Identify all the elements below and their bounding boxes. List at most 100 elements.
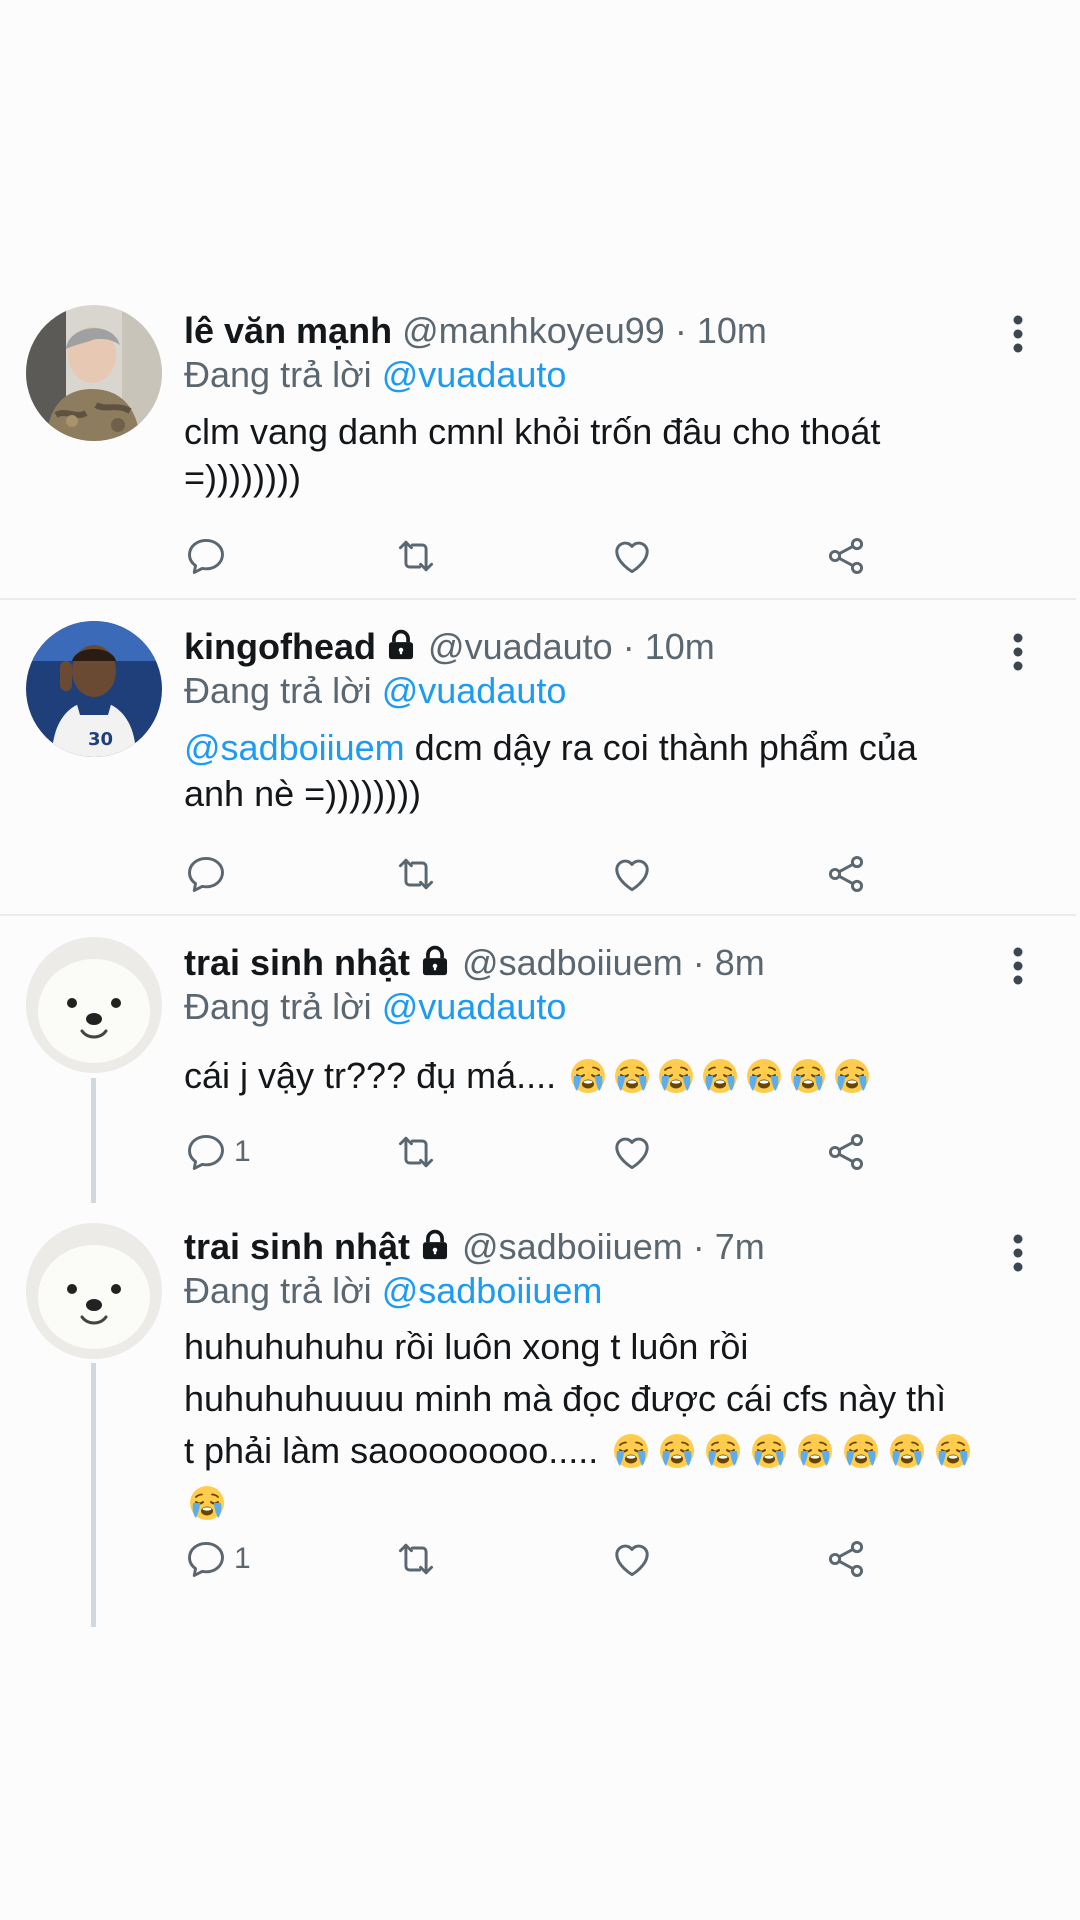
replying-to-mention[interactable]: @vuadauto (382, 670, 567, 711)
timestamp[interactable]: 8m (715, 942, 765, 983)
loudly-crying-face-icon (702, 1058, 738, 1094)
tweet-text-line: @sadboiiuem dcm dậy ra coi thành phẩm củ… (184, 725, 1006, 771)
heart-icon (610, 534, 654, 578)
tweet-header: trai sinh nhật @sadboiiuem · 7m (184, 1225, 1006, 1269)
display-name[interactable]: trai sinh nhật (184, 942, 410, 983)
separator-dot: · (622, 626, 635, 667)
retweet-icon (394, 852, 438, 896)
avatar[interactable] (26, 305, 162, 441)
avatar[interactable] (26, 937, 162, 1073)
share-button[interactable] (824, 850, 868, 898)
tweet-actions: 1 (184, 1128, 884, 1176)
user-handle[interactable]: @sadboiiuem (462, 942, 683, 983)
replying-prefix: Đang trả lời (184, 1270, 372, 1311)
reply-thread: lê văn mạnh @manhkoyeu99 · 10m Đang trả … (0, 292, 1076, 1627)
timestamp[interactable]: 10m (697, 310, 767, 351)
display-name[interactable]: trai sinh nhật (184, 1226, 410, 1267)
loudly-crying-face-icon (790, 1058, 826, 1094)
timestamp[interactable]: 10m (645, 626, 715, 667)
more-options-icon[interactable] (1012, 1233, 1024, 1273)
display-name[interactable]: lê văn mạnh (184, 310, 392, 351)
tweet-header: trai sinh nhật @sadboiiuem · 8m (184, 941, 1006, 985)
tweet-text-line: t phải làm saoooooooo..... (184, 1425, 1006, 1529)
tweet[interactable]: 30 kingofhead @vuadauto · 10m Đang trả l… (0, 600, 1076, 916)
like-button[interactable] (610, 850, 654, 898)
tweet-header: kingofhead @vuadauto · 10m (184, 625, 1006, 669)
tweet-text-span: dcm dậy ra coi thành phẩm của (404, 727, 917, 768)
reply-button[interactable] (184, 532, 228, 580)
retweet-button[interactable] (394, 850, 438, 898)
replying-to-mention[interactable]: @sadboiiuem (382, 1270, 603, 1311)
svg-text:30: 30 (88, 729, 113, 750)
mention-link[interactable]: @sadboiiuem (184, 727, 405, 768)
loudly-crying-face-icon (189, 1485, 225, 1521)
retweet-icon (394, 534, 438, 578)
tweet[interactable]: trai sinh nhật @sadboiiuem · 7m Đang trả… (0, 1203, 1076, 1627)
display-name[interactable]: kingofhead (184, 626, 376, 667)
retweet-icon (394, 1537, 438, 1581)
retweet-icon (394, 1130, 438, 1174)
loudly-crying-face-icon (658, 1058, 694, 1094)
share-button[interactable] (824, 1128, 868, 1176)
user-handle[interactable]: @sadboiiuem (462, 1226, 683, 1267)
loudly-crying-face-icon (613, 1433, 649, 1469)
reply-button[interactable] (184, 850, 228, 898)
heart-icon (610, 852, 654, 896)
lock-icon (384, 628, 418, 662)
more-options-icon[interactable] (1012, 632, 1024, 672)
share-icon (824, 852, 868, 896)
tweet-text-line: huhuhuhuuuu minh mà đọc được cái cfs này… (184, 1378, 947, 1419)
loudly-crying-face-icon (843, 1433, 879, 1469)
reply-count: 1 (234, 1542, 251, 1575)
reply-count: 1 (234, 1135, 251, 1168)
reply-button[interactable]: 1 (184, 1535, 251, 1583)
loudly-crying-face-icon (614, 1058, 650, 1094)
more-options-icon[interactable] (1012, 314, 1024, 354)
like-button[interactable] (610, 1535, 654, 1583)
loudly-crying-face-icon (797, 1433, 833, 1469)
loudly-crying-face-icon (570, 1058, 606, 1094)
share-button[interactable] (824, 1535, 868, 1583)
loudly-crying-face-icon (889, 1433, 925, 1469)
loudly-crying-face-icon (659, 1433, 695, 1469)
reply-icon (184, 852, 228, 896)
share-button[interactable] (824, 532, 868, 580)
share-icon (824, 1130, 868, 1174)
more-options-icon[interactable] (1012, 946, 1024, 986)
replying-to: Đang trả lời @sadboiiuem (184, 1269, 1006, 1313)
user-handle[interactable]: @vuadauto (428, 626, 613, 667)
loudly-crying-face-icon (935, 1433, 971, 1469)
tweet-text-line: =)))))))) (184, 457, 301, 498)
avatar[interactable]: 30 (26, 621, 162, 757)
tweet-header: lê văn mạnh @manhkoyeu99 · 10m (184, 309, 1006, 353)
tweet[interactable]: trai sinh nhật @sadboiiuem · 8m Đang trả… (0, 916, 1076, 1203)
like-button[interactable] (610, 1128, 654, 1176)
user-handle[interactable]: @manhkoyeu99 (402, 310, 665, 351)
thread-connector (91, 1078, 96, 1203)
tweet-text-line: huhuhuhuhu rồi luôn xong t luôn rồi (184, 1326, 749, 1367)
loudly-crying-face-icon (834, 1058, 870, 1094)
tweet-actions (184, 532, 884, 580)
like-button[interactable] (610, 532, 654, 580)
tweet[interactable]: lê văn mạnh @manhkoyeu99 · 10m Đang trả … (0, 292, 1076, 600)
timestamp[interactable]: 7m (715, 1226, 765, 1267)
retweet-button[interactable] (394, 532, 438, 580)
tweet-text-line: anh nè =)))))))) (184, 773, 422, 814)
heart-icon (610, 1130, 654, 1174)
share-icon (824, 1537, 868, 1581)
tweet-text: @sadboiiuem dcm dậy ra coi thành phẩm củ… (184, 725, 1006, 817)
tweet-text: clm vang danh cmnl khỏi trốn đâu cho tho… (184, 409, 1006, 501)
avatar[interactable] (26, 1223, 162, 1359)
replying-to-mention[interactable]: @vuadauto (382, 354, 567, 395)
tweet-text-span: t phải làm saoooooooo..... (184, 1430, 599, 1471)
retweet-button[interactable] (394, 1535, 438, 1583)
reply-button[interactable]: 1 (184, 1128, 251, 1176)
loudly-crying-face-icon (751, 1433, 787, 1469)
loudly-crying-face-icon (746, 1058, 782, 1094)
reply-icon (184, 534, 228, 578)
tweet-text: huhuhuhuhu rồi luôn xong t luôn rồi huhu… (184, 1321, 1006, 1529)
retweet-button[interactable] (394, 1128, 438, 1176)
replying-to-mention[interactable]: @vuadauto (382, 986, 567, 1027)
loudly-crying-face-icon (705, 1433, 741, 1469)
replying-prefix: Đang trả lời (184, 670, 372, 711)
